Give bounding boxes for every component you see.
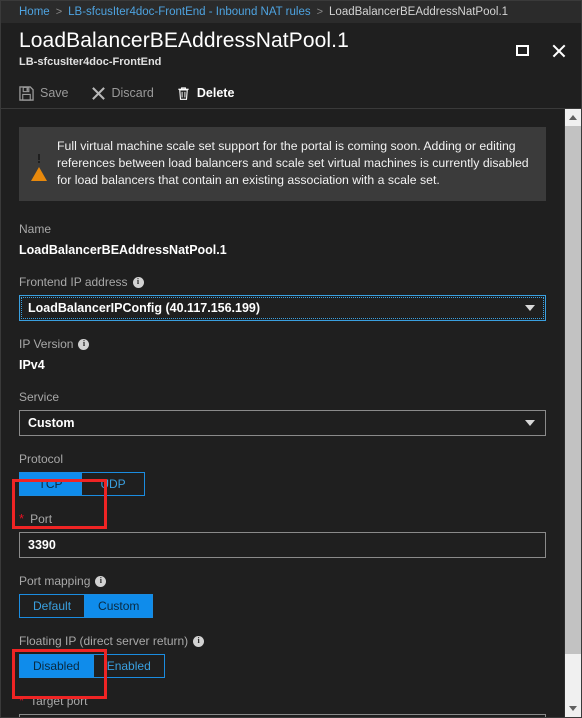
chevron-up-icon — [569, 115, 577, 120]
warning-text: Full virtual machine scale set support f… — [57, 139, 529, 187]
info-icon-port-mapping[interactable]: i — [95, 575, 107, 587]
delete-label: Delete — [196, 86, 235, 100]
chevron-down-icon — [525, 420, 535, 426]
breadcrumb-parent[interactable]: LB-sfcusIter4doc-FrontEnd - Inbound NAT … — [68, 6, 310, 18]
scrollbar-track[interactable] — [565, 126, 581, 700]
floating-ip-option-disabled[interactable]: Disabled — [19, 654, 94, 678]
command-bar: Save Discard Delete — [1, 78, 581, 109]
chevron-down-icon — [525, 305, 535, 311]
target-port-label: * Target port — [19, 693, 88, 708]
protocol-toggle-group: TCP UDP — [19, 472, 546, 496]
field-floating-ip: Floating IP (direct server return) i Dis… — [19, 633, 546, 678]
port-required-marker: * — [19, 511, 25, 526]
discard-button[interactable]: Discard — [91, 80, 154, 106]
info-icon-frontend-ip[interactable]: i — [132, 276, 144, 288]
name-label: Name — [19, 222, 52, 236]
port-mapping-option-default[interactable]: Default — [19, 594, 86, 618]
save-icon — [19, 85, 34, 101]
port-label: * Port — [19, 511, 53, 526]
blade-header: LoadBalancerBEAddressNatPool.1 LB-sfcusI… — [1, 23, 581, 78]
window-controls — [511, 39, 569, 61]
service-select[interactable]: Custom — [19, 410, 546, 436]
scroll-up-button[interactable] — [565, 109, 581, 126]
ip-version-label: IP Version i — [19, 336, 546, 352]
scrollbar-thumb[interactable] — [565, 126, 581, 655]
service-label: Service — [19, 390, 60, 404]
field-protocol: Protocol TCP UDP — [19, 451, 546, 496]
protocol-option-tcp[interactable]: TCP — [19, 472, 82, 496]
trash-icon — [176, 86, 191, 101]
frontend-ip-value: LoadBalancerIPConfig (40.117.156.199) — [28, 301, 261, 315]
delete-button[interactable]: Delete — [176, 80, 235, 106]
service-value: Custom — [28, 416, 75, 430]
chevron-down-icon — [569, 706, 577, 711]
maximize-icon — [515, 44, 529, 56]
save-label: Save — [40, 86, 69, 100]
page-title: LoadBalancerBEAddressNatPool.1 — [19, 29, 349, 52]
breadcrumb-current: LoadBalancerBEAddressNatPool.1 — [329, 6, 509, 18]
name-value: LoadBalancerBEAddressNatPool.1 — [19, 243, 227, 257]
breadcrumb-separator-2: > — [316, 6, 324, 18]
discard-label: Discard — [111, 86, 154, 100]
warning-banner: Full virtual machine scale set support f… — [19, 127, 546, 201]
blade-panel: Home > LB-sfcusIter4doc-FrontEnd - Inbou… — [0, 0, 582, 718]
warning-icon — [31, 150, 47, 181]
frontend-ip-label: Frontend IP address i — [19, 274, 546, 290]
field-port: * Port 3390 — [19, 511, 546, 558]
target-port-required-marker: * — [19, 693, 25, 708]
close-button[interactable] — [547, 39, 569, 61]
protocol-option-udp[interactable]: UDP — [82, 472, 145, 496]
port-mapping-option-custom[interactable]: Custom — [85, 594, 154, 618]
field-name: Name LoadBalancerBEAddressNatPool.1 — [19, 221, 546, 259]
nat-rule-form: Name LoadBalancerBEAddressNatPool.1 Fron… — [1, 221, 564, 717]
breadcrumb-home[interactable]: Home — [19, 6, 50, 18]
target-port-input[interactable]: 3389 — [19, 714, 546, 717]
info-icon-floating-ip[interactable]: i — [193, 635, 205, 647]
page-subtitle: LB-sfcusIter4doc-FrontEnd — [19, 56, 162, 68]
frontend-ip-select[interactable]: LoadBalancerIPConfig (40.117.156.199) — [19, 295, 546, 321]
discard-icon — [91, 86, 106, 101]
field-service: Service Custom — [19, 389, 546, 436]
port-input[interactable]: 3390 — [19, 532, 546, 558]
breadcrumb: Home > LB-sfcusIter4doc-FrontEnd - Inbou… — [1, 1, 581, 23]
floating-ip-option-enabled[interactable]: Enabled — [93, 654, 165, 678]
ip-version-value: IPv4 — [19, 358, 45, 372]
floating-ip-toggle-group: Disabled Enabled — [19, 654, 546, 678]
vertical-scrollbar[interactable] — [564, 109, 581, 717]
save-button[interactable]: Save — [19, 80, 69, 106]
field-port-mapping: Port mapping i Default Custom — [19, 573, 546, 618]
protocol-label: Protocol — [19, 452, 64, 466]
close-icon — [551, 43, 566, 58]
field-target-port: * Target port 3389 — [19, 693, 546, 717]
blade-body: Full virtual machine scale set support f… — [1, 109, 581, 717]
field-frontend-ip: Frontend IP address i LoadBalancerIPConf… — [19, 274, 546, 321]
breadcrumb-separator-1: > — [55, 6, 63, 18]
port-mapping-toggle-group: Default Custom — [19, 594, 546, 618]
maximize-button[interactable] — [511, 39, 533, 61]
scroll-down-button[interactable] — [565, 700, 581, 717]
info-icon-ip-version[interactable]: i — [78, 338, 90, 350]
field-ip-version: IP Version i IPv4 — [19, 336, 546, 374]
floating-ip-label: Floating IP (direct server return) i — [19, 633, 546, 649]
port-mapping-label: Port mapping i — [19, 573, 546, 589]
scroll-content: Full virtual machine scale set support f… — [1, 109, 564, 717]
